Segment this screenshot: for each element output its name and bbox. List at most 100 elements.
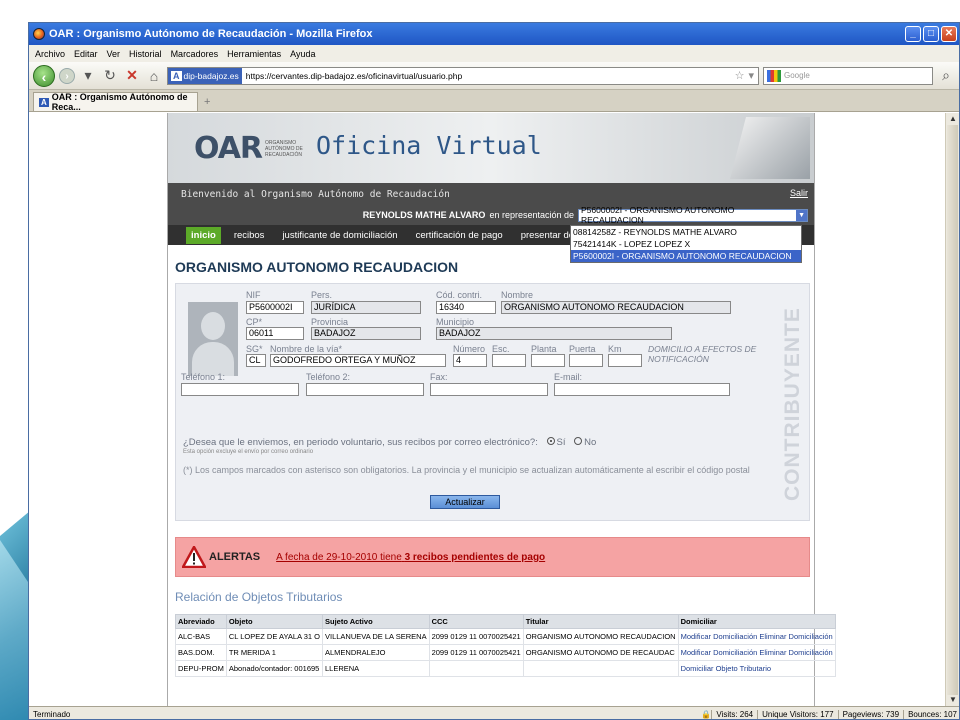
numero-field[interactable]: 4	[453, 354, 487, 367]
oar-logo-subtitle: ORGANISMO AUTÓNOMO DE RECAUDACIÓN	[265, 139, 303, 158]
menu-archivo[interactable]: Archivo	[35, 49, 65, 59]
radio-yes[interactable]	[546, 437, 555, 446]
status-bar: Terminado 🔒 Visits: 264 Unique Visitors:…	[29, 706, 959, 719]
cell: DEPU-PROM	[175, 660, 227, 677]
close-button[interactable]: ✕	[941, 26, 957, 42]
url-text[interactable]: https://cervantes.dip-badajoz.es/oficina…	[246, 71, 731, 81]
tab-bar: A OAR : Organismo Autónomo de Reca... +	[29, 90, 959, 112]
logout-link[interactable]: Salir	[790, 188, 808, 198]
google-icon	[767, 69, 781, 82]
title-bar: OAR : Organismo Autónomo de Recaudación …	[29, 23, 959, 45]
question-subtext: Esta opción excluye el envío por correo …	[183, 449, 314, 455]
representation-select[interactable]: P5600002I - ORGANISMO AUTONOMO RECAUDACI…	[578, 205, 808, 225]
via-field[interactable]: GODOFREDO ORTEGA Y MUÑOZ	[270, 354, 446, 367]
cell: ORGANISMO AUTONOMO DE RECAUDAC	[522, 644, 679, 661]
col-sujeto: Sujeto Activo	[322, 614, 430, 629]
alerts-pending: 3 recibos pendientes de pago	[404, 551, 546, 563]
fax-field[interactable]	[430, 383, 548, 396]
esc-field[interactable]	[492, 354, 526, 367]
nav-inicio[interactable]: inicio	[186, 226, 221, 244]
dropdown-option[interactable]: 75421414K - LOPEZ LOPEZ X	[571, 238, 801, 250]
menu-marcadores[interactable]: Marcadores	[171, 49, 219, 59]
back-button[interactable]: ‹	[33, 64, 55, 87]
via-label: Nombre de la vía*	[270, 344, 343, 354]
table-row: BAS.DOM. TR MERIDA 1 ALMENDRALEJO 2099 0…	[175, 644, 836, 661]
oar-logo-text: OAR	[194, 131, 263, 166]
cell: ORGANISMO AUTONOMO RECAUDACION	[522, 628, 679, 645]
menu-herramientas[interactable]: Herramientas	[227, 49, 281, 59]
tel1-label: Teléfono 1:	[181, 372, 226, 382]
planta-field[interactable]	[531, 354, 565, 367]
cell: 2099 0129 11 0070025421	[428, 628, 524, 645]
cp-field[interactable]: 06011	[246, 327, 304, 340]
radio-no[interactable]	[574, 437, 583, 446]
search-bar[interactable]: Google	[763, 66, 933, 85]
vertical-scrollbar[interactable]: ▲ ▼	[945, 113, 959, 706]
cell: TR MERIDA 1	[225, 644, 324, 661]
site-favicon: A	[171, 70, 182, 81]
menu-editar[interactable]: Editar	[74, 49, 98, 59]
navigation-toolbar: ‹ › ▾ ↻ ✕ ⌂ Adip-badajoz.es https://cerv…	[29, 62, 959, 90]
scroll-up-icon[interactable]: ▲	[948, 114, 958, 124]
objects-title: Relación de Objetos Tributarios	[175, 590, 343, 604]
dropdown-option-selected[interactable]: P5600002I - ORGANISMO AUTONOMO RECAUDACI…	[571, 250, 801, 262]
km-field[interactable]	[608, 354, 642, 367]
cell: VILLANUEVA DE LA SERENA	[322, 628, 430, 645]
maximize-button[interactable]: □	[923, 26, 939, 42]
alerts-label: ALERTAS	[209, 551, 261, 563]
nav-recibos[interactable]: recibos	[229, 227, 270, 244]
menu-historial[interactable]: Historial	[129, 49, 162, 59]
home-icon[interactable]: ⌂	[145, 68, 163, 84]
chevron-down-icon[interactable]: ▼	[796, 209, 807, 221]
oficina-virtual-title: Oficina Virtual	[316, 131, 542, 160]
domiciliar-link[interactable]: Modificar Domiciliación Eliminar Domicil…	[677, 644, 836, 661]
update-button[interactable]: Actualizar	[430, 495, 500, 509]
nav-certificacion[interactable]: certificación de pago	[411, 227, 508, 244]
cod-field[interactable]: 16340	[436, 301, 496, 314]
nif-field[interactable]: P5600002I	[246, 301, 304, 314]
scroll-down-icon[interactable]: ▼	[948, 695, 958, 705]
url-dropdown-icon[interactable]: ▾	[748, 69, 754, 82]
cell	[428, 660, 524, 677]
planta-label: Planta	[531, 344, 557, 354]
email-field[interactable]	[554, 383, 730, 396]
sg-field[interactable]: CL	[246, 354, 266, 367]
stat-visits: Visits: 264	[711, 709, 753, 719]
new-tab-button[interactable]: +	[198, 96, 216, 111]
col-objeto: Objeto	[225, 614, 324, 629]
tel2-field[interactable]	[306, 383, 424, 396]
search-magnifier-icon[interactable]: ⌕	[937, 67, 955, 84]
provincia-label: Provincia	[311, 317, 349, 327]
dropdown-option[interactable]: 08814258Z - REYNOLDS MATHE ALVARO	[571, 226, 801, 238]
forward-button[interactable]: ›	[59, 67, 75, 84]
site-identity[interactable]: Adip-badajoz.es	[168, 67, 242, 84]
scrollbar-thumb[interactable]	[947, 125, 958, 695]
stop-icon[interactable]: ✕	[123, 67, 141, 84]
alerts-message[interactable]: A fecha de 29-10-2010 tiene 3 recibos pe…	[276, 552, 545, 563]
tab-oar[interactable]: A OAR : Organismo Autónomo de Reca...	[33, 92, 198, 112]
cp-label: CP*	[246, 317, 263, 327]
stat-unique: Unique Visitors: 177	[757, 709, 834, 719]
cell: BAS.DOM.	[175, 644, 227, 661]
user-name: REYNOLDS MATHE ALVARO	[362, 210, 486, 220]
domiciliar-link[interactable]: Modificar Domiciliación Eliminar Domicil…	[677, 628, 836, 645]
header-photo	[730, 117, 810, 179]
alerts-box: ALERTAS A fecha de 29-10-2010 tiene 3 re…	[175, 537, 810, 577]
puerta-field[interactable]	[569, 354, 603, 367]
reload-icon[interactable]: ↻	[101, 67, 119, 84]
km-label: Km	[608, 344, 622, 354]
menu-ver[interactable]: Ver	[107, 49, 121, 59]
welcome-bar: Bienvenido al Organismo Autónomo de Reca…	[168, 183, 814, 205]
oar-logo: OAR ORGANISMO AUTÓNOMO DE RECAUDACIÓN	[194, 131, 313, 166]
dropdown-arrow-icon[interactable]: ▾	[79, 67, 97, 84]
cell: CL LOPEZ DE AYALA 31 O	[225, 628, 324, 645]
minimize-button[interactable]: _	[905, 26, 921, 42]
nav-justificante[interactable]: justificante de domiciliación	[277, 227, 402, 244]
url-bar[interactable]: Adip-badajoz.es https://cervantes.dip-ba…	[167, 66, 759, 85]
tel1-field[interactable]	[181, 383, 299, 396]
domiciliar-link[interactable]: Domiciliar Objeto Tributario	[677, 660, 836, 677]
screen: OAR : Organismo Autónomo de Recaudación …	[0, 0, 960, 720]
bookmark-star-icon[interactable]: ☆	[735, 69, 745, 82]
nif-label: NIF	[246, 290, 261, 300]
menu-ayuda[interactable]: Ayuda	[290, 49, 315, 59]
